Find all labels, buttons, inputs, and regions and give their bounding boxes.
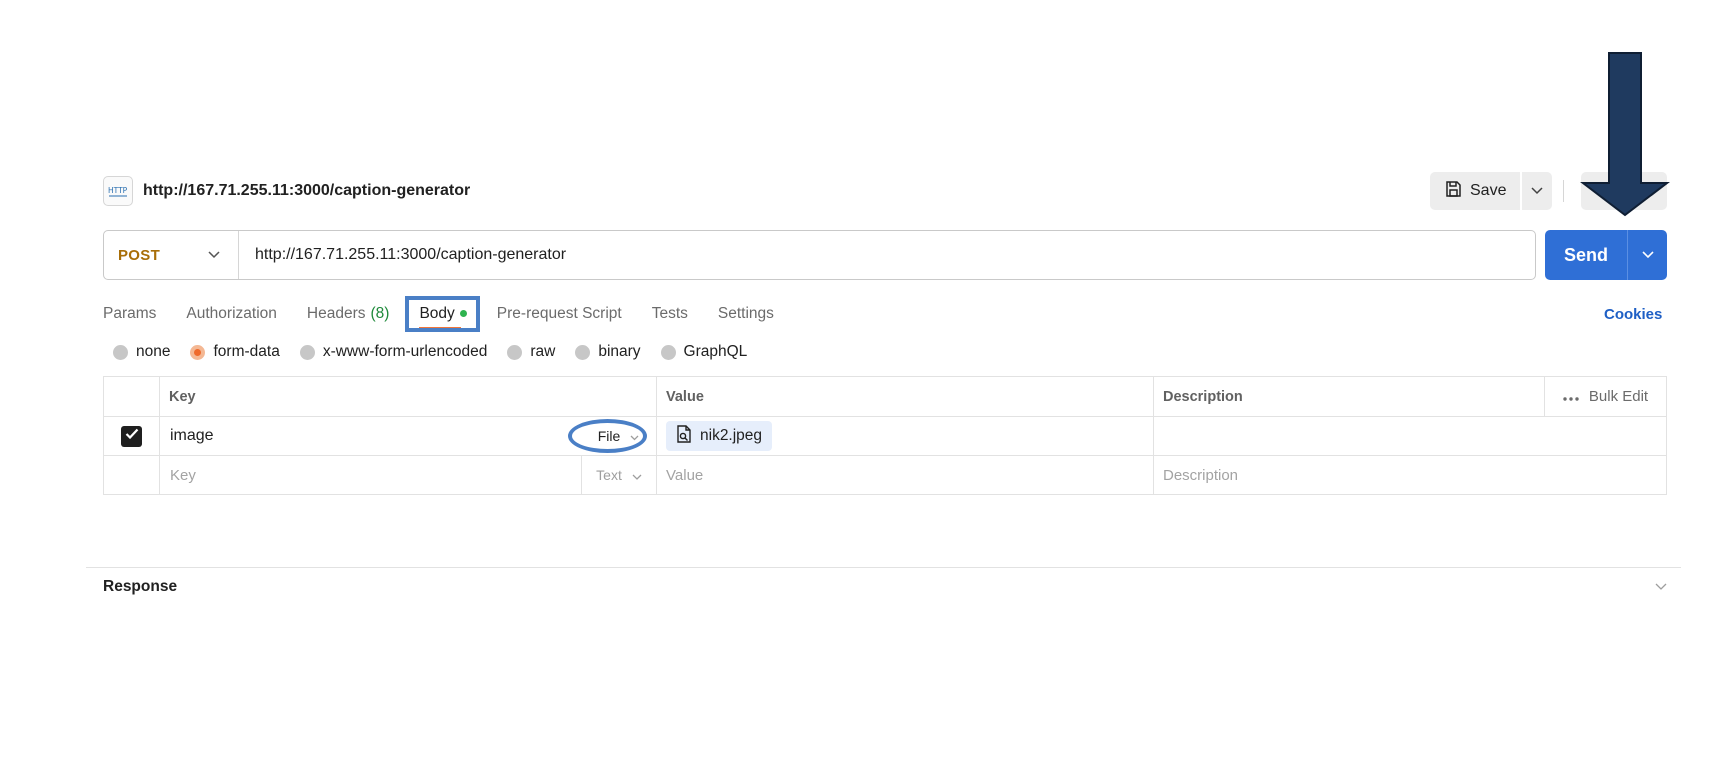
tab-label: Params	[103, 305, 157, 322]
bulk-edit-label: Bulk Edit	[1588, 388, 1649, 405]
send-options-button[interactable]	[1627, 230, 1667, 280]
response-section-toggle[interactable]: Response	[103, 576, 1667, 598]
arrow-down-icon	[1580, 52, 1670, 217]
radio-circle	[113, 344, 128, 360]
row-key[interactable]: image	[160, 427, 214, 445]
radio-circle	[299, 344, 315, 360]
new-description-cell[interactable]: Description	[1154, 456, 1666, 494]
tab-label: Tests	[651, 305, 688, 322]
header-check-cell	[104, 377, 160, 416]
radio-label: raw	[530, 343, 556, 360]
request-title[interactable]: http://167.71.255.11:3000/caption-genera…	[143, 182, 470, 200]
radio-circle	[660, 344, 676, 360]
form-data-table: Key Value Description Bulk Edit image Fi…	[103, 376, 1667, 495]
chevron-down-icon	[1641, 246, 1654, 264]
file-icon	[676, 424, 692, 448]
key-type-label: Text	[596, 467, 622, 483]
chevron-down-icon	[1655, 578, 1667, 596]
radio-none[interactable]: none	[113, 343, 170, 361]
headers-count: (8)	[370, 305, 390, 322]
method-select[interactable]: POST	[104, 231, 239, 279]
file-type-highlight	[568, 419, 647, 453]
key-placeholder[interactable]: Key	[160, 467, 196, 484]
radio-label: binary	[598, 343, 641, 360]
table-header-row: Key Value Description Bulk Edit	[104, 377, 1666, 416]
header-value-cell: Value	[657, 377, 1154, 416]
file-name: nik2.jpeg	[700, 427, 763, 444]
save-options-button[interactable]	[1522, 172, 1553, 210]
tab-tests[interactable]: Tests	[652, 296, 688, 332]
url-input[interactable]	[239, 231, 1535, 279]
description-header: Description	[1163, 388, 1243, 405]
chevron-down-icon	[1531, 182, 1543, 200]
radio-label: GraphQL	[683, 343, 748, 360]
row-enabled-checkbox[interactable]	[121, 425, 142, 447]
tab-params[interactable]: Params	[103, 296, 156, 332]
header-description-cell: Description Bulk Edit	[1154, 377, 1666, 416]
radio-raw[interactable]: raw	[507, 343, 555, 361]
chevron-down-icon	[208, 246, 220, 264]
tab-pre-request-script[interactable]: Pre-request Script	[497, 296, 622, 332]
save-label: Save	[1470, 182, 1507, 199]
chevron-down-icon	[632, 467, 642, 483]
key-header: Key	[169, 388, 196, 405]
radio-label: form-data	[213, 343, 280, 360]
cookies-link[interactable]: Cookies	[1604, 298, 1662, 330]
response-label: Response	[103, 578, 178, 595]
value-header: Value	[666, 388, 704, 405]
tab-label: Pre-request Script	[496, 305, 622, 322]
tab-label: Headers	[306, 305, 366, 322]
file-chip[interactable]: nik2.jpeg	[666, 421, 773, 451]
url-bar: POST	[103, 230, 1536, 280]
key-type-select[interactable]: Text	[581, 456, 656, 494]
save-icon	[1444, 180, 1462, 203]
save-group: Save	[1430, 172, 1553, 210]
send-group: Send	[1545, 230, 1667, 280]
radio-form-data[interactable]: form-data	[190, 343, 280, 361]
method-label: POST	[118, 246, 161, 264]
tab-headers[interactable]: Headers (8)	[307, 296, 390, 332]
row-check-cell	[104, 417, 160, 455]
new-value-cell[interactable]: Value	[657, 456, 1154, 494]
toolbar-divider	[1563, 180, 1564, 202]
more-options-icon[interactable]	[1563, 388, 1579, 405]
tab-authorization[interactable]: Authorization	[186, 296, 276, 332]
send-button[interactable]: Send	[1545, 230, 1627, 280]
body-type-radios: none form-data x-www-form-urlencoded raw…	[113, 340, 767, 364]
response-divider	[86, 567, 1681, 568]
row-check-cell	[104, 456, 160, 494]
check-icon	[125, 427, 139, 445]
save-button[interactable]: Save	[1430, 172, 1521, 210]
table-row: image File nik2.jpeg	[104, 416, 1666, 455]
radio-circle	[190, 344, 206, 360]
row-description-cell[interactable]	[1154, 417, 1666, 455]
radio-x-www-form-urlencoded[interactable]: x-www-form-urlencoded	[299, 343, 488, 361]
radio-binary[interactable]: binary	[575, 343, 641, 361]
value-placeholder[interactable]: Value	[666, 467, 703, 484]
request-title-row: HTTP http://167.71.255.11:3000/caption-g…	[103, 173, 470, 209]
row-value-cell[interactable]: nik2.jpeg	[657, 417, 1154, 455]
bulk-edit-button[interactable]: Bulk Edit	[1544, 377, 1666, 416]
description-placeholder[interactable]: Description	[1163, 467, 1238, 484]
http-icon: HTTP	[103, 176, 133, 206]
radio-label: x-www-form-urlencoded	[322, 343, 488, 360]
tab-label: Authorization	[186, 305, 277, 322]
description-header-wrap: Description Bulk Edit	[1154, 377, 1666, 416]
svg-text:HTTP: HTTP	[108, 186, 128, 195]
header-key-cell: Key	[160, 377, 657, 416]
radio-graphql[interactable]: GraphQL	[660, 343, 748, 361]
radio-circle	[507, 344, 523, 360]
tab-settings[interactable]: Settings	[718, 296, 774, 332]
new-key-cell[interactable]: Key Text	[160, 456, 657, 494]
radio-circle	[575, 344, 591, 360]
table-row-new: Key Text Value Description	[104, 455, 1666, 494]
radio-label: none	[136, 343, 171, 360]
body-tab-highlight	[405, 296, 480, 332]
tab-label: Settings	[717, 305, 774, 322]
